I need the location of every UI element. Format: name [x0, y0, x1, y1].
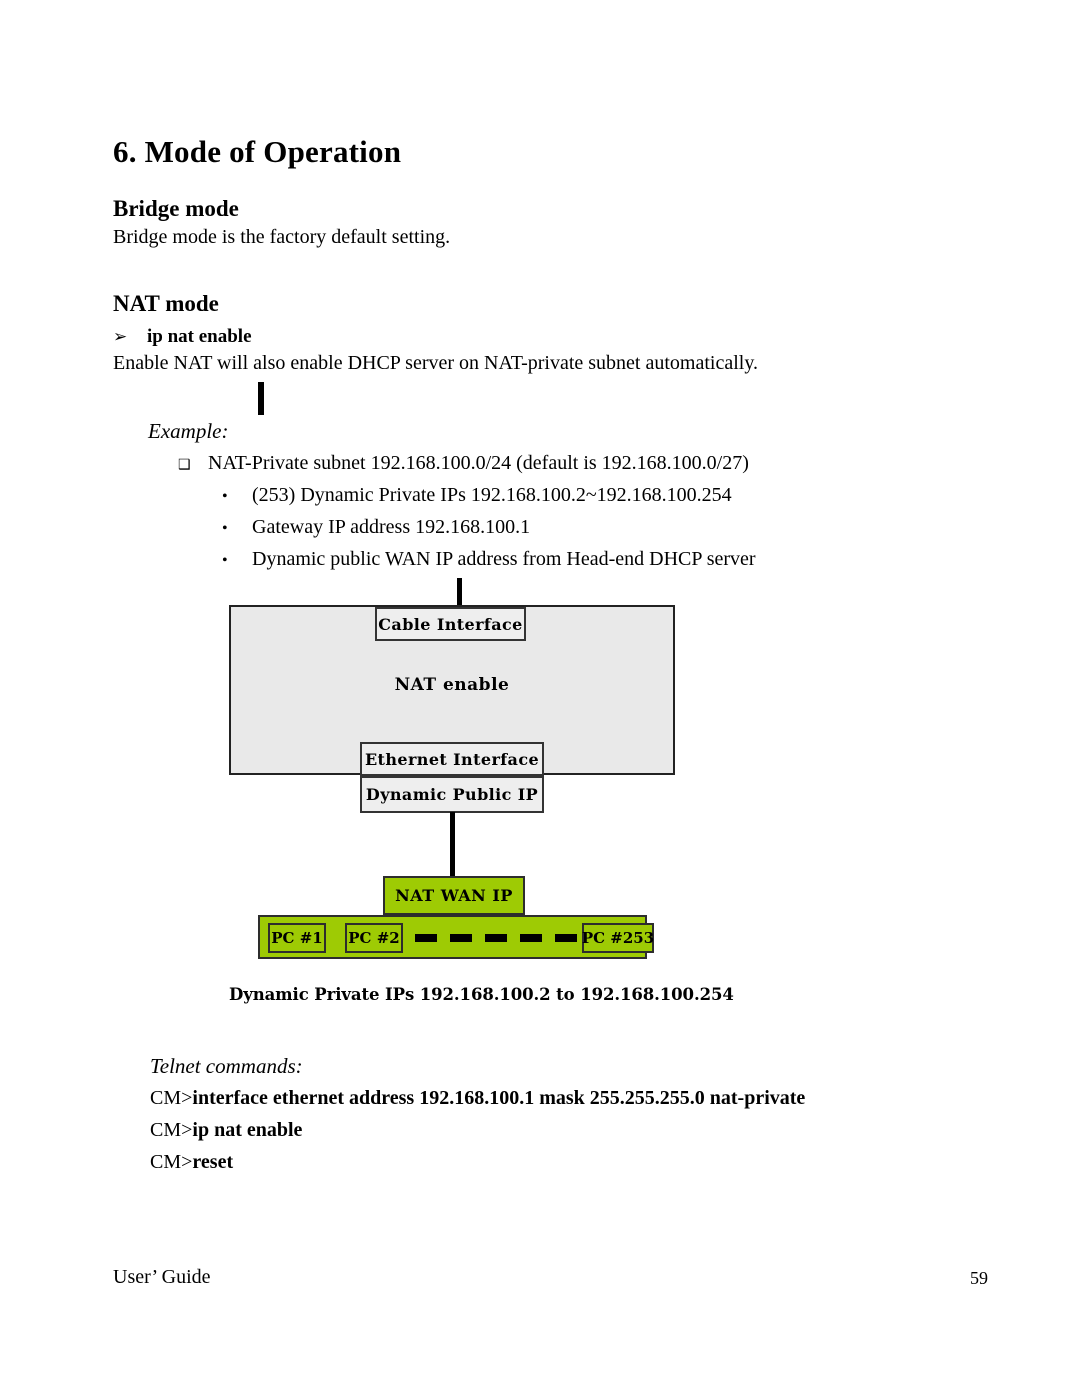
ellipsis-dash-icon	[555, 934, 577, 942]
telnet-command-text: interface ethernet address 192.168.100.1…	[192, 1087, 806, 1109]
round-bullet-icon: •	[222, 488, 228, 505]
telnet-commands-label: Telnet commands:	[150, 1054, 303, 1078]
pc-box: PC #2	[345, 923, 403, 953]
ellipsis-dash-icon	[485, 934, 507, 942]
arrow-bullet-icon: ➢	[113, 327, 128, 346]
telnet-command-line: CM>ip nat enable	[150, 1119, 302, 1142]
pc-box: PC #1	[268, 923, 326, 953]
telnet-command-text: reset	[192, 1151, 234, 1173]
example-primary-item-text: NAT-Private subnet 192.168.100.0/24 (def…	[208, 452, 749, 474]
cable-interface-box: Cable Interface	[375, 607, 526, 641]
ethernet-interface-box: Ethernet Interface	[360, 742, 544, 776]
diagram-caption: Dynamic Private IPs 192.168.100.2 to 192…	[229, 985, 734, 1004]
nat-command-list-item: ➢ ip nat enable	[113, 326, 252, 348]
wire-lan-downlink	[450, 812, 455, 878]
page-number: 59	[970, 1268, 988, 1288]
document-page: 6. Mode of Operation Bridge mode Bridge …	[0, 0, 1080, 1397]
revision-change-bar	[258, 382, 264, 415]
nat-command-label: ip nat enable	[147, 326, 252, 347]
example-sub-item: • Dynamic public WAN IP address from Hea…	[222, 548, 756, 571]
bridge-mode-body-text: Bridge mode is the factory default setti…	[113, 226, 451, 248]
telnet-prompt: CM>	[150, 1151, 193, 1173]
telnet-prompt: CM>	[150, 1087, 193, 1109]
nat-enable-label: NAT enable	[394, 675, 510, 695]
example-label: Example:	[148, 419, 229, 443]
example-sub-item: • (253) Dynamic Private IPs 192.168.100.…	[222, 484, 732, 507]
round-bullet-icon: •	[222, 552, 228, 569]
square-bullet-icon: ❑	[178, 458, 191, 473]
nat-wan-ip-box: NAT WAN IP	[383, 876, 525, 915]
telnet-command-line: CM>interface ethernet address 192.168.10…	[150, 1087, 805, 1110]
dynamic-public-ip-box: Dynamic Public IP	[360, 776, 544, 813]
nat-mode-body-text: Enable NAT will also enable DHCP server …	[113, 352, 759, 374]
example-sub-item-text: Gateway IP address 192.168.100.1	[252, 516, 531, 538]
lan-segment-bar: PC #1 PC #2 PC #253	[258, 915, 654, 959]
telnet-command-text: ip nat enable	[192, 1119, 303, 1141]
ellipsis-dash-icon	[450, 934, 472, 942]
round-bullet-icon: •	[222, 520, 228, 537]
example-sub-item-text: Dynamic public WAN IP address from Head-…	[252, 548, 756, 570]
telnet-prompt: CM>	[150, 1119, 193, 1141]
section-heading-nat-mode: NAT mode	[113, 291, 219, 316]
ellipsis-dash-icon	[415, 934, 437, 942]
page-title: 6. Mode of Operation	[113, 134, 402, 169]
pc-box: PC #253	[582, 923, 654, 953]
example-sub-item: • Gateway IP address 192.168.100.1	[222, 516, 530, 539]
ellipsis-dash-icon	[520, 934, 542, 942]
section-heading-bridge-mode: Bridge mode	[113, 196, 239, 221]
example-sub-item-text: (253) Dynamic Private IPs 192.168.100.2~…	[252, 484, 732, 506]
footer-text: User’ Guide	[113, 1266, 211, 1288]
telnet-command-line: CM>reset	[150, 1151, 233, 1174]
example-primary-item: ❑ NAT-Private subnet 192.168.100.0/24 (d…	[178, 452, 749, 475]
